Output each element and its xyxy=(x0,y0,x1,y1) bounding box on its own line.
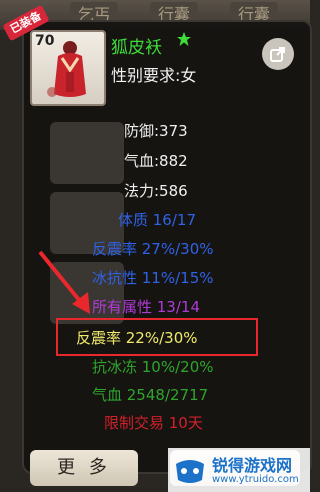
share-button[interactable] xyxy=(262,38,294,70)
watermark-name: 锐得游戏网 xyxy=(212,456,293,475)
highlight-box xyxy=(56,318,258,356)
gender-requirement: 性别要求:女 xyxy=(111,66,197,85)
red-arrow-icon xyxy=(38,250,90,314)
fur-coat-icon xyxy=(47,41,86,97)
stat-constitution: 体质 16/17 xyxy=(118,211,196,229)
star-icon xyxy=(176,31,192,51)
stat-mana: 法力:586 xyxy=(124,182,188,200)
game-controller-logo-icon xyxy=(176,460,204,483)
watermark: 锐得游戏网 www.ytruido.com xyxy=(168,448,310,492)
item-icon[interactable]: 70 xyxy=(30,30,106,106)
stat-hp-bonus: 气血 2548/2717 xyxy=(92,386,209,404)
more-button[interactable]: 更 多 xyxy=(30,450,138,486)
stat-hp: 气血:882 xyxy=(124,152,188,170)
watermark-url: www.ytruido.com xyxy=(212,474,299,485)
stat-defense: 防御:373 xyxy=(124,122,188,140)
stat-all-attributes: 所有属性 13/14 xyxy=(92,298,200,316)
stat-anti-freeze: 抗冰冻 10%/20% xyxy=(92,358,214,376)
stat-ice-resist: 冰抗性 11%/15% xyxy=(92,269,214,287)
trade-limit: 限制交易 10天 xyxy=(104,414,203,432)
inventory-slot xyxy=(50,122,124,184)
share-icon xyxy=(270,47,285,62)
stat-reflect-damage: 反震率 27%/30% xyxy=(92,240,214,258)
item-name: 狐皮袄 xyxy=(111,38,162,58)
